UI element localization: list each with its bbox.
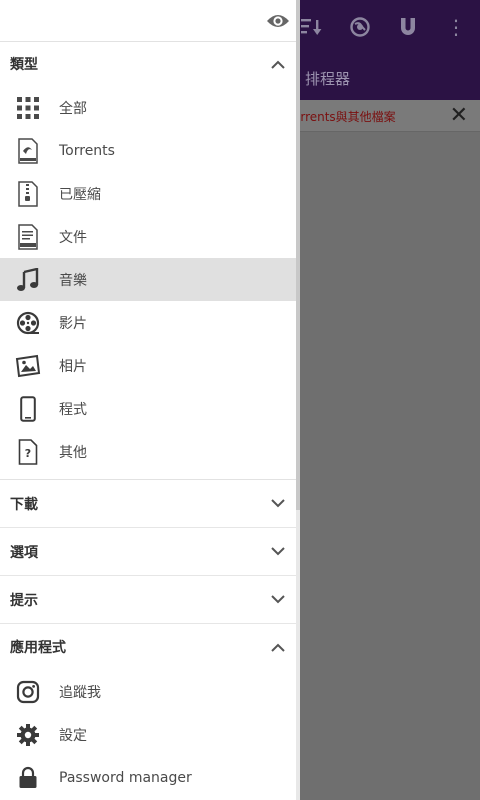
drawer-item-label: 其他 (59, 444, 87, 461)
drawer-item-apps[interactable]: 程式 (0, 387, 300, 430)
drawer-item-label: 全部 (59, 100, 87, 117)
section-title: 應用程式 (10, 640, 66, 656)
drawer-item-label: 相片 (59, 358, 87, 375)
app-subtitle: 排程器 (305, 70, 351, 88)
banner-close-button[interactable]: ✕ (450, 103, 468, 128)
drawer-item-other[interactable]: ? 其他 (0, 430, 300, 473)
drawer-item-label: 設定 (59, 727, 87, 744)
gear-icon (14, 721, 42, 749)
drawer-item-compressed[interactable]: 已壓縮 (0, 172, 300, 215)
drawer-scrollbar[interactable] (296, 0, 300, 800)
doc-file-icon (14, 223, 42, 251)
film-reel-icon (14, 309, 42, 337)
drawer-item-label: 程式 (59, 401, 87, 418)
chevron-up-icon (270, 56, 286, 72)
drawer-item-all[interactable]: 全部 (0, 86, 300, 129)
section-header-types[interactable]: 類型 (0, 42, 300, 86)
unknown-file-icon: ? (14, 438, 42, 466)
chevron-down-icon (270, 496, 286, 512)
svg-text:?: ? (25, 447, 31, 460)
navigation-drawer: 類型 全部 Torrents 已壓縮 文件 音樂 影片 相片 程式 ? 其他 下… (0, 0, 300, 800)
section-header-downloads[interactable]: 下載 (0, 480, 300, 528)
drawer-item-label: 追蹤我 (59, 684, 101, 701)
apps-section: 應用程式 追蹤我 設定 Password manager (0, 624, 300, 799)
chevron-down-icon (270, 592, 286, 608)
chevron-up-icon (270, 639, 286, 655)
drawer-item-videos[interactable]: 影片 (0, 301, 300, 344)
section-header-options[interactable]: 選項 (0, 528, 300, 576)
more-vert-icon[interactable]: ⋮ (432, 0, 480, 54)
zip-file-icon (14, 180, 42, 208)
section-title: 選項 (10, 544, 38, 561)
drawer-item-label: 影片 (59, 315, 87, 332)
drawer-item-label: 已壓縮 (59, 186, 101, 203)
section-title: 類型 (10, 57, 38, 73)
lock-icon (14, 764, 42, 792)
music-icon (14, 266, 42, 294)
section-title: 提示 (10, 592, 38, 609)
types-section: 類型 全部 Torrents 已壓縮 文件 音樂 影片 相片 程式 ? 其他 (0, 42, 300, 480)
drawer-item-label: Password manager (59, 769, 192, 786)
photo-icon (14, 352, 42, 380)
drawer-item-label: Torrents (59, 142, 115, 159)
chevron-down-icon (270, 544, 286, 560)
drawer-item-documents[interactable]: 文件 (0, 215, 300, 258)
section-title: 下載 (10, 496, 38, 513)
scrollbar-thumb[interactable] (296, 0, 300, 510)
drawer-item-password-manager[interactable]: Password manager (0, 756, 300, 799)
torrent-file-icon (14, 137, 42, 165)
drawer-item-follow-me[interactable]: 追蹤我 (0, 670, 300, 713)
drawer-item-torrents[interactable]: Torrents (0, 129, 300, 172)
drawer-item-music[interactable]: 音樂 (0, 258, 300, 301)
drawer-top-bar (0, 0, 300, 42)
banner-text: orrents與其他檔案 (293, 110, 396, 124)
globe-icon[interactable] (336, 0, 384, 54)
magnet-icon[interactable] (384, 0, 432, 54)
drawer-item-label: 音樂 (59, 272, 87, 289)
section-header-tips[interactable]: 提示 (0, 576, 300, 624)
phone-icon (14, 395, 42, 423)
drawer-item-label: 文件 (59, 229, 87, 246)
eye-icon[interactable] (266, 10, 290, 32)
section-header-apps[interactable]: 應用程式 (0, 624, 300, 670)
drawer-item-photos[interactable]: 相片 (0, 344, 300, 387)
instagram-icon (14, 678, 42, 706)
grid-icon (14, 94, 42, 122)
drawer-item-settings[interactable]: 設定 (0, 713, 300, 756)
